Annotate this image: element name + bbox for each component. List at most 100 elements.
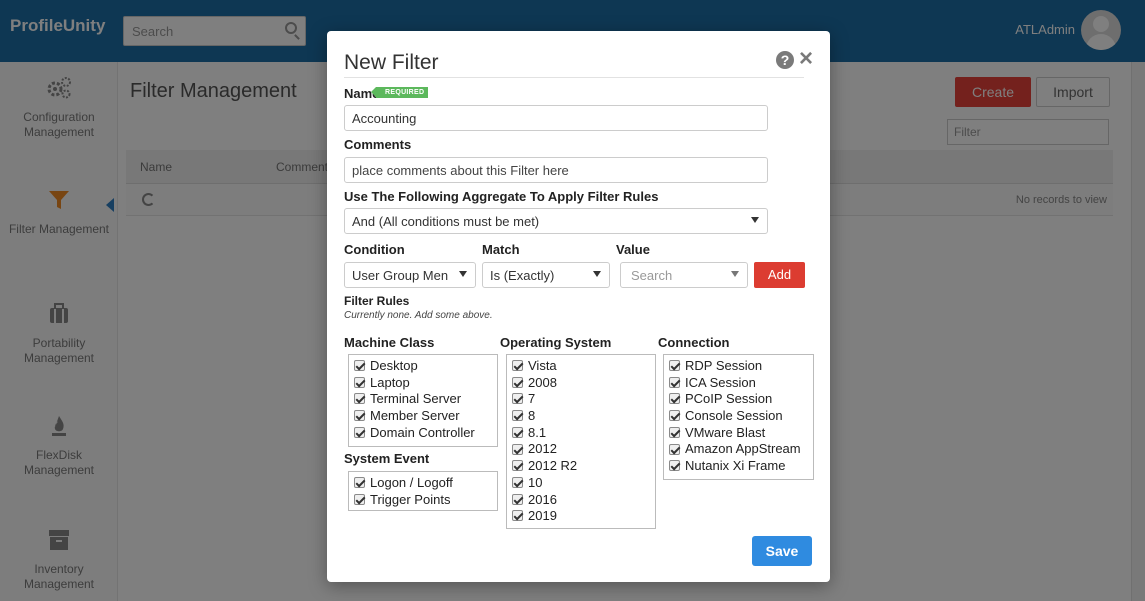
aggregate-label: Use The Following Aggregate To Apply Fil… [344, 189, 659, 204]
help-icon[interactable]: ? [776, 51, 794, 69]
checkbox-domain-controller[interactable]: Domain Controller [354, 425, 492, 442]
checkbox-os-2019[interactable]: 2019 [512, 508, 650, 525]
checkbox-vmware-blast[interactable]: VMware Blast [669, 425, 808, 442]
checkbox-label: Domain Controller [370, 424, 475, 440]
checkbox[interactable] [669, 443, 680, 455]
checkbox[interactable] [512, 376, 523, 388]
condition-label: Condition [344, 242, 405, 257]
checkbox[interactable] [669, 376, 680, 388]
checkbox-label: Vista [528, 358, 557, 373]
match-label: Match [482, 242, 520, 257]
checkbox-terminal-server[interactable]: Terminal Server [354, 391, 492, 408]
checkbox-label: 2016 [528, 491, 557, 507]
checkbox-label: PCoIP Session [685, 391, 773, 407]
checkbox-os-2016[interactable]: 2016 [512, 492, 650, 509]
connection-list: RDP Session ICA Session PCoIP Session Co… [663, 354, 814, 480]
checkbox-label: 2008 [528, 374, 557, 390]
checkbox-member-server[interactable]: Member Server [354, 408, 492, 425]
checkbox-label: Amazon AppStream [685, 441, 801, 457]
match-select[interactable]: Is (Exactly) [482, 262, 610, 288]
checkbox-logon-logoff[interactable]: Logon / Logoff [354, 475, 492, 492]
checkbox-label: 10 [528, 474, 543, 490]
checkbox[interactable] [354, 426, 365, 438]
chevron-down-icon [751, 217, 759, 223]
value-label: Value [616, 242, 650, 257]
checkbox[interactable] [669, 360, 680, 372]
checkbox-label: 8.1 [528, 424, 547, 440]
checkbox-amazon-appstream[interactable]: Amazon AppStream [669, 441, 808, 458]
machine-class-list: Desktop Laptop Terminal Server Member Se… [348, 354, 498, 447]
checkbox-os-2012[interactable]: 2012 [512, 441, 650, 458]
checkbox[interactable] [669, 393, 680, 405]
checkbox-label: Nutanix Xi Frame [685, 458, 786, 474]
checkbox[interactable] [669, 426, 680, 438]
operating-system-label: Operating System [500, 335, 612, 350]
checkbox-nutanix-xi-frame[interactable]: Nutanix Xi Frame [669, 458, 808, 475]
condition-select[interactable]: User Group Men [344, 262, 476, 288]
checkbox-label: Logon / Logoff [370, 475, 453, 490]
checkbox[interactable] [512, 510, 523, 522]
close-icon[interactable]: × [796, 47, 816, 71]
save-button[interactable]: Save [752, 536, 812, 566]
checkbox-label: 7 [528, 391, 536, 407]
condition-value: User Group Men [352, 268, 449, 283]
chevron-down-icon [593, 271, 601, 277]
checkbox-label: Console Session [685, 408, 783, 424]
checkbox-label: Member Server [370, 408, 460, 424]
comments-label: Comments [344, 137, 412, 152]
checkbox[interactable] [354, 477, 365, 489]
add-rule-button[interactable]: Add [754, 262, 805, 288]
dialog-title: New Filter [344, 51, 439, 74]
chevron-down-icon [459, 271, 467, 277]
checkbox[interactable] [669, 460, 680, 472]
system-event-label: System Event [344, 451, 430, 466]
checkbox-label: Trigger Points [370, 491, 451, 507]
checkbox-os-10[interactable]: 10 [512, 475, 650, 492]
checkbox[interactable] [512, 426, 523, 438]
name-field[interactable]: Accounting [344, 105, 768, 131]
filter-rules-label: Filter Rules [344, 294, 410, 308]
checkbox[interactable] [512, 493, 523, 505]
required-badge: REQUIRED [370, 87, 429, 98]
checkbox[interactable] [512, 360, 523, 372]
aggregate-value: And (All conditions must be met) [352, 214, 540, 229]
checkbox[interactable] [512, 460, 523, 472]
checkbox[interactable] [354, 393, 365, 405]
connection-label: Connection [658, 335, 730, 350]
checkbox[interactable] [669, 410, 680, 422]
checkbox-os-2008[interactable]: 2008 [512, 375, 650, 392]
checkbox-label: 2012 R2 [528, 458, 578, 474]
checkbox-trigger-points[interactable]: Trigger Points [354, 492, 492, 509]
value-placeholder: Search [631, 268, 673, 283]
machine-class-label: Machine Class [344, 335, 435, 350]
value-search-select[interactable]: Search [620, 262, 748, 288]
checkbox[interactable] [354, 360, 365, 372]
checkbox-console-session[interactable]: Console Session [669, 408, 808, 425]
checkbox[interactable] [512, 410, 523, 422]
checkbox[interactable] [354, 493, 365, 505]
aggregate-select[interactable]: And (All conditions must be met) [344, 208, 768, 234]
checkbox-rdp-session[interactable]: RDP Session [669, 358, 808, 375]
checkbox[interactable] [512, 476, 523, 488]
checkbox-label: Desktop [370, 358, 418, 373]
checkbox-os-8[interactable]: 8 [512, 408, 650, 425]
checkbox[interactable] [354, 376, 365, 388]
checkbox[interactable] [512, 443, 523, 455]
checkbox[interactable] [354, 410, 365, 422]
checkbox-pcoip-session[interactable]: PCoIP Session [669, 391, 808, 408]
checkbox-label: Laptop [370, 374, 410, 390]
checkbox-os-vista[interactable]: Vista [512, 358, 650, 375]
match-value: Is (Exactly) [490, 268, 555, 283]
checkbox-os-2012-r2[interactable]: 2012 R2 [512, 458, 650, 475]
checkbox-ica-session[interactable]: ICA Session [669, 375, 808, 392]
checkbox-label: RDP Session [685, 358, 763, 373]
filter-rules-hint: Currently none. Add some above. [344, 310, 493, 321]
comments-field[interactable]: place comments about this Filter here [344, 157, 768, 183]
checkbox-desktop[interactable]: Desktop [354, 358, 492, 375]
checkbox-label: 2012 [528, 441, 557, 457]
checkbox-laptop[interactable]: Laptop [354, 375, 492, 392]
checkbox[interactable] [512, 393, 523, 405]
system-event-list: Logon / Logoff Trigger Points [348, 471, 498, 511]
checkbox-os-8-1[interactable]: 8.1 [512, 425, 650, 442]
checkbox-os-7[interactable]: 7 [512, 391, 650, 408]
